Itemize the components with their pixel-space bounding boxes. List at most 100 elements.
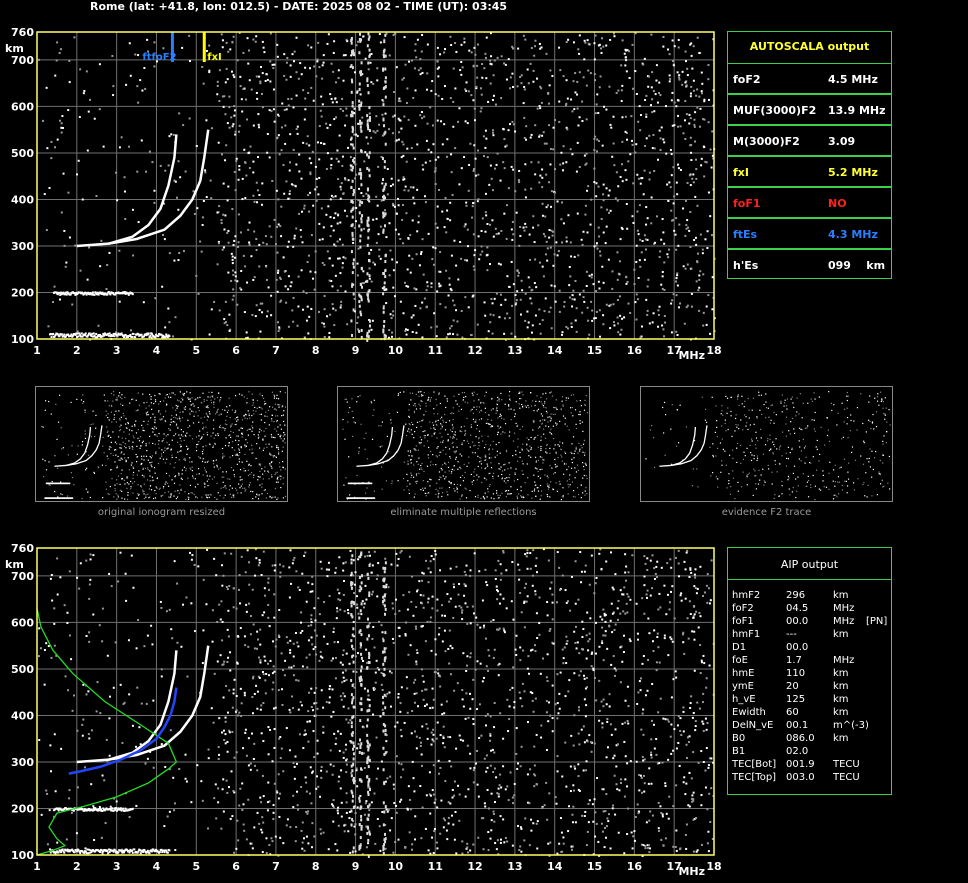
y-axis-label: km	[5, 42, 24, 55]
noise-dot	[701, 82, 704, 85]
noise-dot	[340, 815, 343, 818]
noise-dot	[332, 630, 335, 633]
noise-dot	[143, 645, 146, 648]
noise-dot	[260, 65, 263, 68]
noise-dot	[250, 255, 253, 258]
noise-dot	[659, 148, 662, 151]
noise-dot	[242, 88, 245, 91]
noise-dot	[422, 572, 425, 575]
noise-dot	[220, 219, 223, 222]
noise-dot	[88, 597, 91, 600]
noise-dot	[436, 226, 439, 229]
noise-dot	[112, 686, 115, 689]
noise-dot	[674, 846, 677, 849]
noise-dot	[574, 602, 577, 605]
noise-dot	[669, 735, 672, 738]
noise-dot	[430, 743, 433, 746]
noise-dot	[518, 244, 521, 247]
noise-dot	[276, 271, 279, 274]
noise-dot	[404, 846, 407, 849]
noise-dot	[255, 91, 258, 94]
noise-dot	[420, 753, 423, 756]
noise-dot	[512, 283, 515, 286]
noise-dot	[150, 624, 153, 627]
noise-dot	[485, 214, 488, 217]
noise-dot	[319, 828, 322, 831]
noise-dot	[295, 163, 298, 166]
noise-dot	[538, 42, 541, 45]
noise-dot	[494, 569, 497, 572]
noise-dot	[101, 774, 104, 777]
noise-dot	[373, 792, 376, 795]
noise-dot	[287, 240, 290, 243]
noise-dot	[527, 276, 530, 279]
noise-dot	[558, 692, 561, 695]
noise-dot	[570, 98, 573, 101]
noise-dot	[332, 70, 335, 73]
noise-dot	[453, 689, 456, 692]
noise-dot	[385, 740, 388, 743]
noise-dot	[315, 199, 318, 202]
noise-dot	[270, 294, 273, 297]
streak-dot	[352, 193, 355, 197]
noise-dot	[484, 192, 487, 195]
streak-dot	[360, 814, 363, 818]
noise-dot	[288, 190, 291, 193]
streak-dot	[359, 642, 362, 646]
noise-dot	[590, 750, 593, 753]
noise-dot	[216, 263, 219, 266]
noise-dot	[224, 159, 227, 162]
noise-dot	[349, 549, 352, 552]
noise-dot	[694, 111, 697, 114]
noise-dot	[357, 316, 360, 319]
noise-dot	[288, 666, 291, 669]
noise-dot	[667, 48, 670, 51]
x-tick-label: 15	[587, 344, 602, 357]
streak-dot	[353, 160, 356, 164]
noise-dot	[612, 321, 615, 324]
noise-dot	[473, 254, 476, 257]
noise-dot	[214, 783, 217, 786]
noise-dot	[420, 111, 423, 114]
noise-dot	[93, 117, 96, 120]
noise-dot	[548, 310, 551, 313]
noise-dot	[646, 596, 649, 599]
noise-dot	[494, 167, 497, 170]
noise-dot	[315, 186, 318, 189]
noise-dot	[304, 97, 307, 100]
noise-dot	[188, 34, 191, 37]
noise-dot	[424, 161, 427, 164]
noise-dot	[601, 726, 604, 729]
noise-dot	[362, 726, 365, 729]
noise-dot	[63, 229, 66, 232]
noise-dot	[120, 136, 123, 139]
noise-dot	[611, 287, 614, 290]
noise-dot	[242, 747, 245, 750]
noise-dot	[312, 204, 315, 207]
noise-dot	[341, 97, 344, 100]
noise-dot	[450, 765, 453, 768]
noise-dot	[219, 654, 222, 657]
noise-dot	[318, 238, 321, 241]
noise-dot	[206, 548, 209, 551]
streak-dot	[366, 221, 369, 225]
noise-dot	[564, 589, 567, 592]
noise-dot	[402, 143, 405, 146]
noise-dot	[456, 333, 459, 336]
noise-dot	[650, 753, 653, 756]
noise-dot	[306, 305, 309, 308]
noise-dot	[423, 297, 426, 300]
noise-dot	[314, 250, 317, 253]
noise-dot	[380, 624, 383, 627]
noise-dot	[635, 244, 638, 247]
noise-dot	[449, 327, 452, 330]
noise-dot	[610, 602, 613, 605]
noise-dot	[329, 235, 332, 238]
noise-dot	[262, 46, 265, 49]
noise-dot	[657, 829, 660, 832]
noise-dot	[151, 161, 154, 164]
noise-dot	[353, 107, 356, 110]
noise-dot	[578, 674, 581, 677]
streak-dot	[382, 595, 385, 599]
streak-dot	[383, 333, 386, 337]
